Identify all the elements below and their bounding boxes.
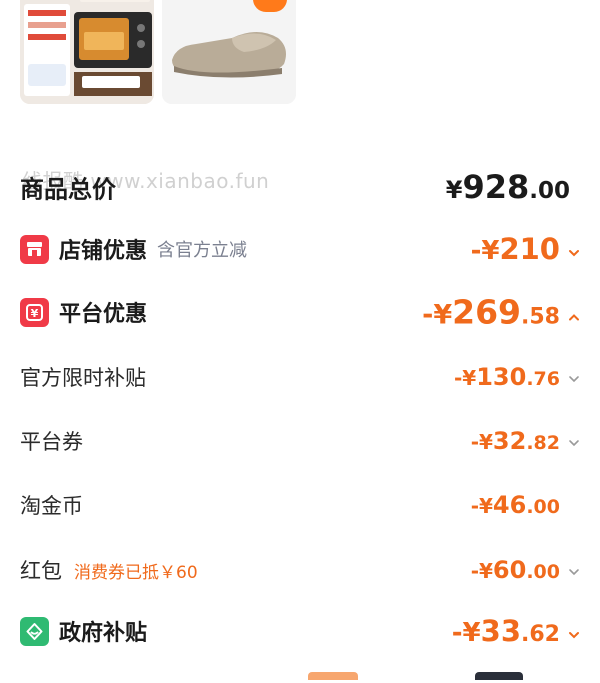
chevron-down-icon[interactable] (568, 437, 580, 449)
platform-discount-row[interactable]: ¥ 平台优惠 -¥ 269 .58 (20, 287, 580, 337)
platform-discount-value: -¥ 269 .58 (422, 293, 580, 332)
total-price-row: 商品总价 ¥ 928 .00 (20, 162, 580, 212)
shop-icon (20, 234, 49, 264)
product-image-slipper[interactable] (162, 0, 296, 104)
official-subsidy-value: -¥ 130 .76 (454, 363, 580, 391)
product-thumbnails (0, 0, 600, 112)
gold-coin-row: 淘金币 -¥ 46 .00 (20, 480, 580, 530)
total-price-value: ¥ 928 .00 (445, 168, 570, 206)
gold-coin-label: 淘金币 (20, 494, 83, 518)
gold-coin-value: -¥ 46 .00 (470, 491, 560, 519)
gov-subsidy-icon (20, 616, 49, 646)
gov-subsidy-value: -¥ 33 .62 (452, 614, 580, 648)
shop-discount-value: -¥ 210 (471, 232, 580, 266)
platform-coupon-value: -¥ 32 .82 (471, 427, 580, 455)
chevron-up-icon[interactable] (568, 312, 580, 324)
slipper-image-icon (162, 0, 296, 104)
platform-discount-label: 平台优惠 (59, 302, 148, 327)
red-packet-label: 红包 (20, 559, 62, 583)
red-packet-row[interactable]: 红包 消费券已抵￥60 -¥ 60 .00 (20, 545, 580, 595)
red-packet-hint: 消费券已抵￥60 (74, 562, 198, 583)
svg-text:¥: ¥ (31, 307, 39, 320)
yen-coupon-icon: ¥ (20, 297, 49, 327)
bottom-summary-partial (0, 672, 600, 683)
chevron-down-icon[interactable] (568, 247, 580, 259)
shop-discount-row[interactable]: 店铺优惠 含官方立减 -¥ 210 (20, 224, 580, 274)
gov-subsidy-label: 政府补贴 (59, 621, 148, 646)
official-subsidy-label: 官方限时补贴 (20, 366, 146, 390)
platform-coupon-label: 平台券 (20, 430, 83, 454)
chevron-down-icon[interactable] (568, 566, 580, 578)
shop-discount-hint: 含官方立减 (157, 240, 248, 261)
chevron-down-icon[interactable] (568, 373, 580, 385)
product-image-microwave[interactable] (20, 0, 154, 104)
gov-subsidy-row[interactable]: 政府补贴 -¥ 33 .62 (20, 606, 580, 656)
shop-discount-label: 店铺优惠 (59, 239, 148, 264)
platform-coupon-row[interactable]: 平台券 -¥ 32 .82 (20, 416, 580, 466)
microwave-image-icon (20, 0, 154, 104)
total-price-label: 商品总价 (20, 175, 116, 204)
chevron-down-icon[interactable] (568, 629, 580, 641)
official-subsidy-row[interactable]: 官方限时补贴 -¥ 130 .76 (20, 352, 580, 402)
red-packet-value: -¥ 60 .00 (471, 556, 580, 584)
